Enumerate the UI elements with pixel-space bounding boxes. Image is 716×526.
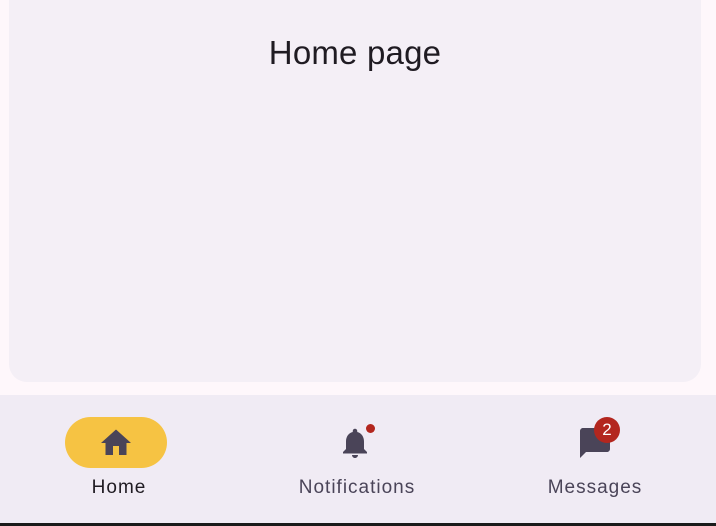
messages-count-badge: 2 bbox=[594, 417, 620, 443]
nav-item-home[interactable]: Home bbox=[0, 395, 238, 523]
home-icon bbox=[98, 425, 134, 461]
page-card: Home page bbox=[9, 0, 701, 382]
nav-item-notifications[interactable]: Notifications bbox=[238, 395, 476, 523]
nav-item-label: Home bbox=[91, 477, 147, 498]
bottom-navigation-bar: Home Notifications 2 Messages bbox=[0, 395, 716, 526]
nav-item-label: Messages bbox=[547, 477, 643, 498]
nav-item-label: Notifications bbox=[298, 477, 416, 498]
notification-dot-badge bbox=[366, 424, 375, 433]
nav-item-messages[interactable]: 2 Messages bbox=[476, 395, 714, 523]
page-title: Home page bbox=[268, 34, 442, 71]
